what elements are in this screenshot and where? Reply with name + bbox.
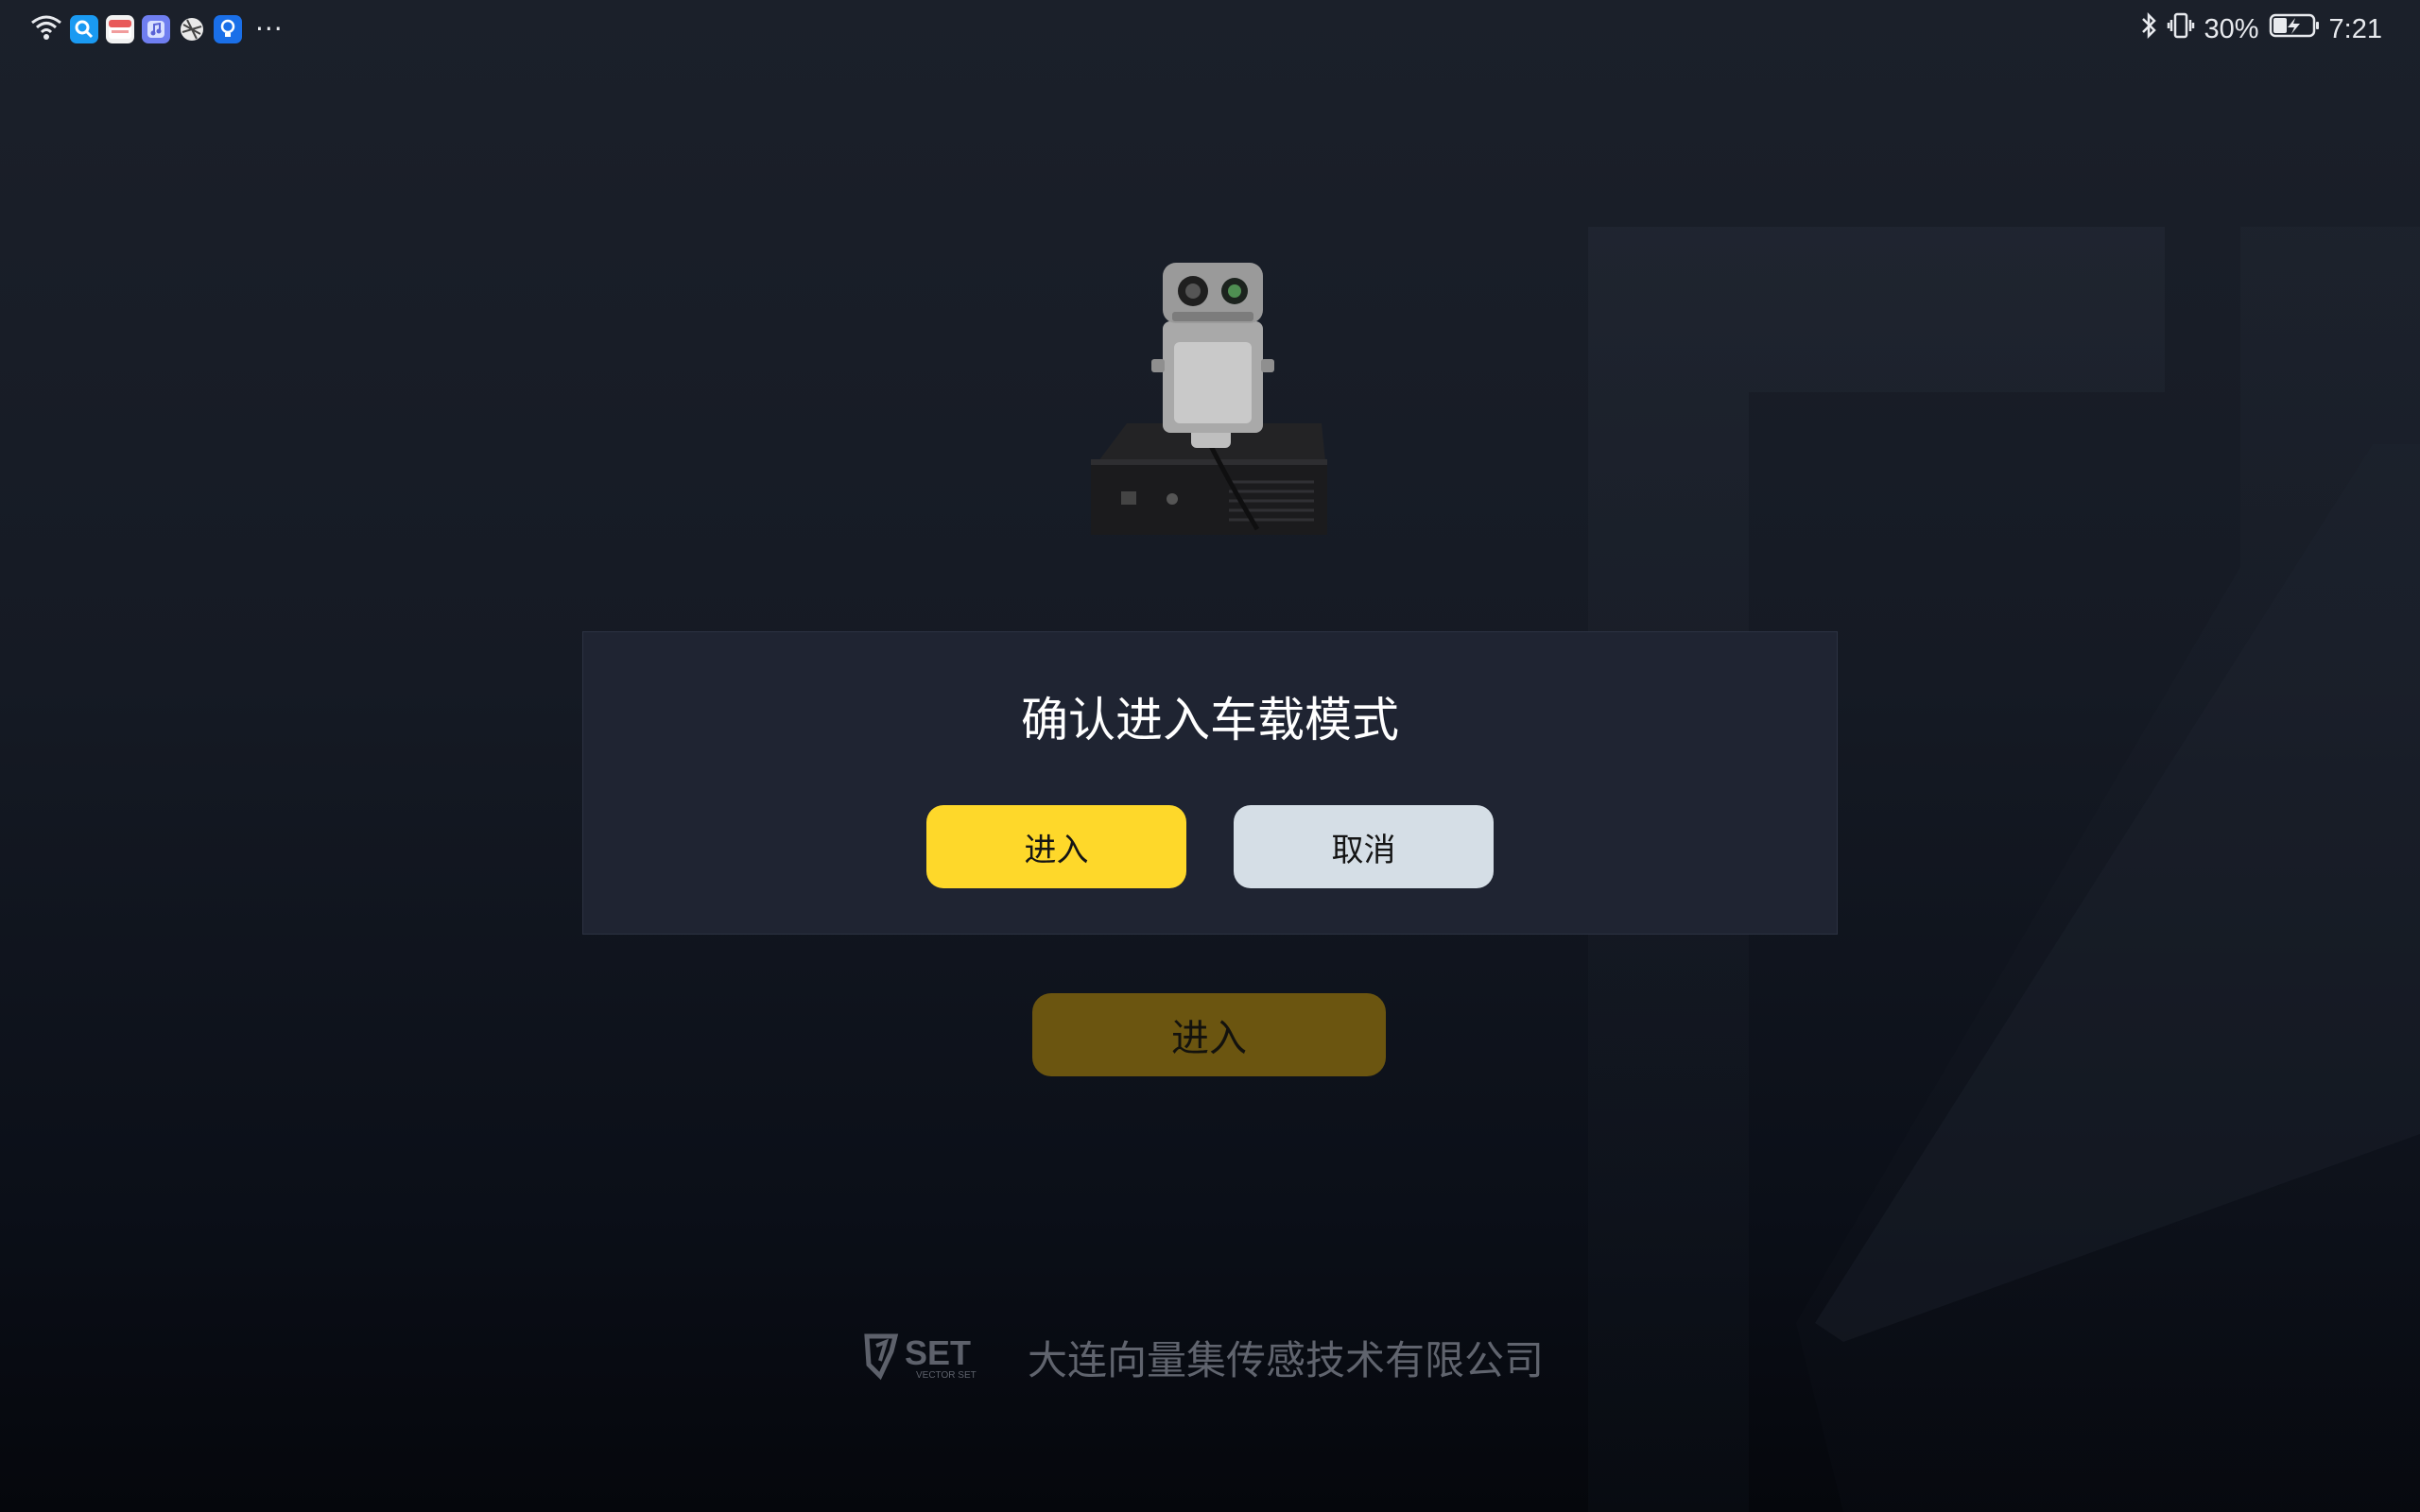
status-bar-left: ··· xyxy=(30,13,284,45)
footer-brand-text: SET xyxy=(905,1333,971,1372)
dialog-cancel-button[interactable]: 取消 xyxy=(1234,805,1494,888)
wifi-icon xyxy=(30,13,62,45)
vset-logo-icon: SET VECTOR SET xyxy=(864,1333,977,1381)
tips-app-icon xyxy=(214,15,242,43)
footer-brand: SET VECTOR SET 大连向量集传感技术有限公司 xyxy=(863,1329,1544,1385)
dialog-confirm-button[interactable]: 进入 xyxy=(926,805,1186,888)
footer-company-name: 大连向量集传感技术有限公司 xyxy=(1028,1336,1545,1383)
dialog-title: 确认进入车载模式 xyxy=(1021,693,1399,747)
device-image xyxy=(1091,263,1327,535)
calendar-app-icon xyxy=(106,15,134,43)
status-bar: ··· 30% 7:21 xyxy=(0,0,2420,59)
battery-percent: 30% xyxy=(2204,13,2259,44)
battery-charging-icon xyxy=(2269,12,2320,46)
browser-app-icon xyxy=(178,15,206,43)
vibrate-icon xyxy=(2167,11,2195,47)
search-app-icon xyxy=(70,15,98,43)
confirm-dialog xyxy=(582,631,1838,935)
status-bar-right: 30% 7:21 xyxy=(2140,11,2382,47)
bluetooth-icon xyxy=(2140,11,2157,47)
music-app-icon xyxy=(142,15,170,43)
clock-time: 7:21 xyxy=(2328,13,2382,44)
more-notifications-indicator: ··· xyxy=(255,13,284,44)
enter-button[interactable]: 进入 xyxy=(1032,993,1386,1076)
footer-brand-sub: VECTOR SET xyxy=(916,1370,977,1381)
